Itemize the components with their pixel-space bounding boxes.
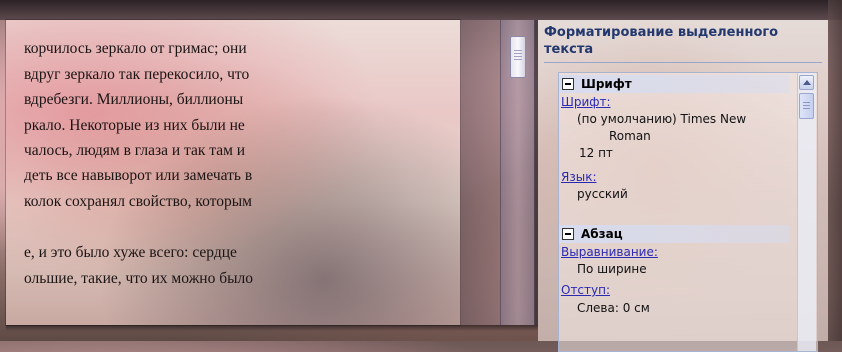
section-header-font[interactable]: Шрифт [559, 75, 789, 93]
window-right-edge [828, 0, 842, 341]
indent-link[interactable]: Отступ: [561, 283, 610, 297]
section-label: Абзац [581, 227, 623, 241]
scrollbar-thumb[interactable] [799, 93, 814, 119]
task-pane-scrollbar[interactable] [797, 73, 816, 351]
task-pane-reveal-formatting: Форматирование выделенного текста Шрифт … [538, 20, 828, 352]
alignment-link[interactable]: Выравнивание: [561, 245, 658, 259]
section-label: Шрифт [581, 77, 632, 91]
doc-line: колок сохранял свойство, которым [24, 193, 252, 210]
doc-line: вдруг зеркало так перекосило, что [24, 66, 250, 83]
doc-line: ркало. Некоторые из них были не [24, 117, 245, 134]
doc-line: вдребезги. Миллионы, биллионы [24, 91, 244, 108]
document-shadow [6, 325, 538, 331]
doc-line: корчилось зеркало от гримас; они [24, 40, 247, 57]
language-value: русский [577, 187, 628, 201]
font-value-cont: Roman [609, 129, 651, 143]
doc-line: е, и это было хуже всего: сердце [24, 244, 237, 261]
doc-line: деть все навыворот или замечать в [24, 167, 253, 184]
font-link[interactable]: Шрифт: [561, 95, 611, 109]
doc-line: ольшие, такие, что их можно было [24, 270, 254, 287]
minus-box-icon[interactable] [562, 228, 574, 240]
section-header-paragraph[interactable]: Абзац [559, 225, 789, 243]
window-top-strip [0, 0, 842, 20]
task-pane-title: Форматирование выделенного текста [544, 25, 779, 57]
document-area[interactable]: корчилось зеркало от гримас; они вдруг з… [6, 20, 460, 325]
minus-box-icon[interactable] [562, 78, 574, 90]
font-size-value: 12 пт [579, 146, 613, 160]
font-value: (по умолчанию) Times New [577, 112, 747, 126]
chevron-up-icon[interactable] [799, 75, 814, 90]
doc-line: чалось, людям в глаза и так там и [24, 142, 246, 159]
scrollbar-thumb[interactable] [510, 36, 526, 78]
formatting-list: Шрифт Шрифт: (по умолчанию) Times New Ro… [558, 72, 818, 352]
alignment-value: По ширине [577, 262, 647, 276]
divider [544, 62, 822, 63]
document-vertical-scrollbar[interactable] [500, 20, 535, 325]
document-right-margin [460, 20, 500, 325]
language-link[interactable]: Язык: [561, 170, 596, 184]
indent-value: Слева: 0 см [577, 301, 650, 315]
